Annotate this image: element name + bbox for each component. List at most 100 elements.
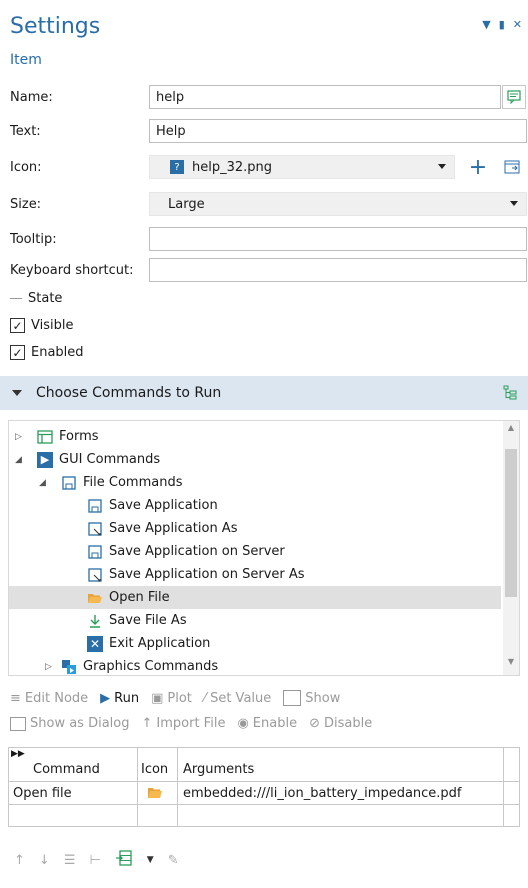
tooltip-field[interactable] <box>149 227 527 251</box>
text-row: Text: Help <box>0 118 528 144</box>
visible-label: Visible <box>31 318 74 333</box>
expand-arrow-icon[interactable]: ▷ <box>45 662 55 672</box>
save-icon <box>87 498 103 514</box>
page-title: Settings <box>10 14 101 39</box>
tree-scrollbar[interactable]: ▲ ▼ <box>503 421 519 675</box>
tree-item-open-file[interactable]: Open File <box>9 586 501 609</box>
expand-arrow-icon[interactable]: ▷ <box>15 432 25 442</box>
column-header-arguments[interactable]: Arguments <box>183 762 254 777</box>
tree-item-label: Save Application As <box>109 521 238 536</box>
shortcut-field[interactable] <box>149 258 527 282</box>
close-icon[interactable]: ✕ <box>513 18 522 31</box>
file-commands-icon <box>61 475 77 491</box>
move-up-icon[interactable]: ↑ <box>14 853 25 868</box>
tree-item-label: Graphics Commands <box>83 659 219 674</box>
play-icon: ▶ <box>100 690 111 706</box>
state-title: State <box>28 291 63 306</box>
command-toolbar-1: ≡ Edit Node ▶ Run ▣ Plot ⁄ Set Value Sho… <box>10 690 340 706</box>
tree-item-graphics-commands[interactable]: ▷ Graphics Commands <box>9 655 501 675</box>
column-divider <box>177 748 178 826</box>
window-icon <box>283 690 302 706</box>
chevron-down-icon[interactable]: ▼ <box>482 18 490 31</box>
add-row-icon[interactable] <box>115 850 133 870</box>
tree-item-gui-commands[interactable]: ◢ ▶ GUI Commands <box>9 448 501 471</box>
command-table[interactable]: ▶▶ Command Icon Arguments Open file embe… <box>8 747 520 827</box>
scroll-down-icon[interactable]: ▼ <box>503 657 519 673</box>
show-as-dialog-button[interactable]: Show as Dialog <box>10 716 130 731</box>
show-button[interactable]: Show <box>283 690 340 706</box>
edit-icon[interactable]: ✎ <box>168 853 179 868</box>
commands-section-title: Choose Commands to Run <box>36 385 222 401</box>
enabled-checkbox[interactable]: ✓ Enabled <box>10 345 84 360</box>
column-divider <box>503 748 504 826</box>
open-folder-icon[interactable] <box>147 786 163 804</box>
show-label: Show <box>305 690 341 706</box>
icon-select[interactable]: ? help_32.png <box>149 155 455 179</box>
chevron-down-icon <box>438 164 446 169</box>
enabled-label: Enabled <box>31 345 84 360</box>
expand-all-icon[interactable]: ▶▶ <box>11 749 25 759</box>
comment-icon[interactable] <box>502 85 526 109</box>
window-controls: ▼ ▮ ✕ <box>482 18 522 31</box>
radio-icon: ◉ <box>237 716 249 731</box>
column-divider <box>137 748 138 826</box>
enable-button[interactable]: ◉ Enable <box>237 716 297 731</box>
visible-checkbox[interactable]: ✓ Visible <box>10 318 73 333</box>
row-divider <box>9 804 519 805</box>
column-header-command[interactable]: Command <box>33 762 100 777</box>
forms-icon <box>37 429 53 445</box>
column-header-icon[interactable]: Icon <box>141 762 168 777</box>
add-icon[interactable]: + <box>466 155 490 180</box>
tooltip-row: Tooltip: <box>0 226 528 252</box>
checkmark-icon: ✓ <box>10 318 25 333</box>
chevron-down-icon <box>12 390 22 396</box>
chevron-down-icon[interactable]: ▼ <box>147 855 154 865</box>
run-button[interactable]: ▶ Run <box>100 691 139 706</box>
text-field[interactable]: Help <box>149 119 527 143</box>
save-icon <box>87 544 103 560</box>
disable-button[interactable]: ⊘ Disable <box>309 716 372 731</box>
disable-icon: ⊘ <box>309 716 320 731</box>
icon-browse-icon[interactable] <box>500 155 524 179</box>
pin-icon[interactable]: ▮ <box>499 18 505 31</box>
tree-item-save-application-on-server[interactable]: Save Application on Server <box>9 540 501 563</box>
scrollbar-thumb[interactable] <box>505 449 517 597</box>
tree-item-save-application-on-server-as[interactable]: Save Application on Server As <box>9 563 501 586</box>
set-value-button[interactable]: ⁄ Set Value <box>204 691 271 706</box>
table-cell-arguments[interactable]: embedded:///li_ion_battery_impedance.pdf <box>183 786 462 801</box>
edit-node-label: Edit Node <box>24 690 89 706</box>
tree-item-exit-application[interactable]: ✕ Exit Application <box>9 632 501 655</box>
plot-button[interactable]: ▣ Plot <box>151 691 192 706</box>
icon-select-value: help_32.png <box>192 159 273 175</box>
plot-icon: ▣ <box>151 690 164 706</box>
collapse-arrow-icon[interactable]: ◢ <box>15 455 25 465</box>
tree-item-save-application[interactable]: Save Application <box>9 494 501 517</box>
help-icon: ? <box>170 160 184 174</box>
tree-item-label: Forms <box>59 429 99 444</box>
command-tree[interactable]: ▷ Forms ◢ ▶ GUI Commands ◢ File Commands… <box>8 420 520 676</box>
import-file-button[interactable]: ↑ Import File <box>142 716 226 731</box>
table-cell-command[interactable]: Open file <box>13 786 72 801</box>
commands-section-header[interactable]: Choose Commands to Run <box>0 376 528 410</box>
import-file-label: Import File <box>156 716 226 731</box>
tree-item-file-commands[interactable]: ◢ File Commands <box>9 471 501 494</box>
delete-rows-icon[interactable]: ☰ <box>64 853 76 868</box>
move-down-icon[interactable]: ↓ <box>39 853 50 868</box>
text-label: Text: <box>10 123 41 139</box>
tree-filter-icon[interactable] <box>502 384 518 404</box>
graphics-commands-icon <box>61 659 77 675</box>
insert-row-icon[interactable]: ⊢ <box>89 853 100 868</box>
name-field[interactable]: help <box>149 85 501 109</box>
tree-item-label: Save File As <box>109 613 187 628</box>
tree-item-forms[interactable]: ▷ Forms <box>9 425 501 448</box>
checkmark-icon: ✓ <box>10 345 25 360</box>
tree-item-label: Open File <box>109 590 170 605</box>
tree-item-save-application-as[interactable]: Save Application As <box>9 517 501 540</box>
size-select[interactable]: Large <box>149 192 527 216</box>
size-select-value: Large <box>168 196 205 212</box>
edit-node-button[interactable]: ≡ Edit Node <box>10 691 88 706</box>
collapse-arrow-icon[interactable]: ◢ <box>39 478 49 488</box>
scroll-up-icon[interactable]: ▲ <box>503 423 519 439</box>
edit-node-icon: ≡ <box>10 690 21 706</box>
tree-item-save-file-as[interactable]: Save File As <box>9 609 501 632</box>
